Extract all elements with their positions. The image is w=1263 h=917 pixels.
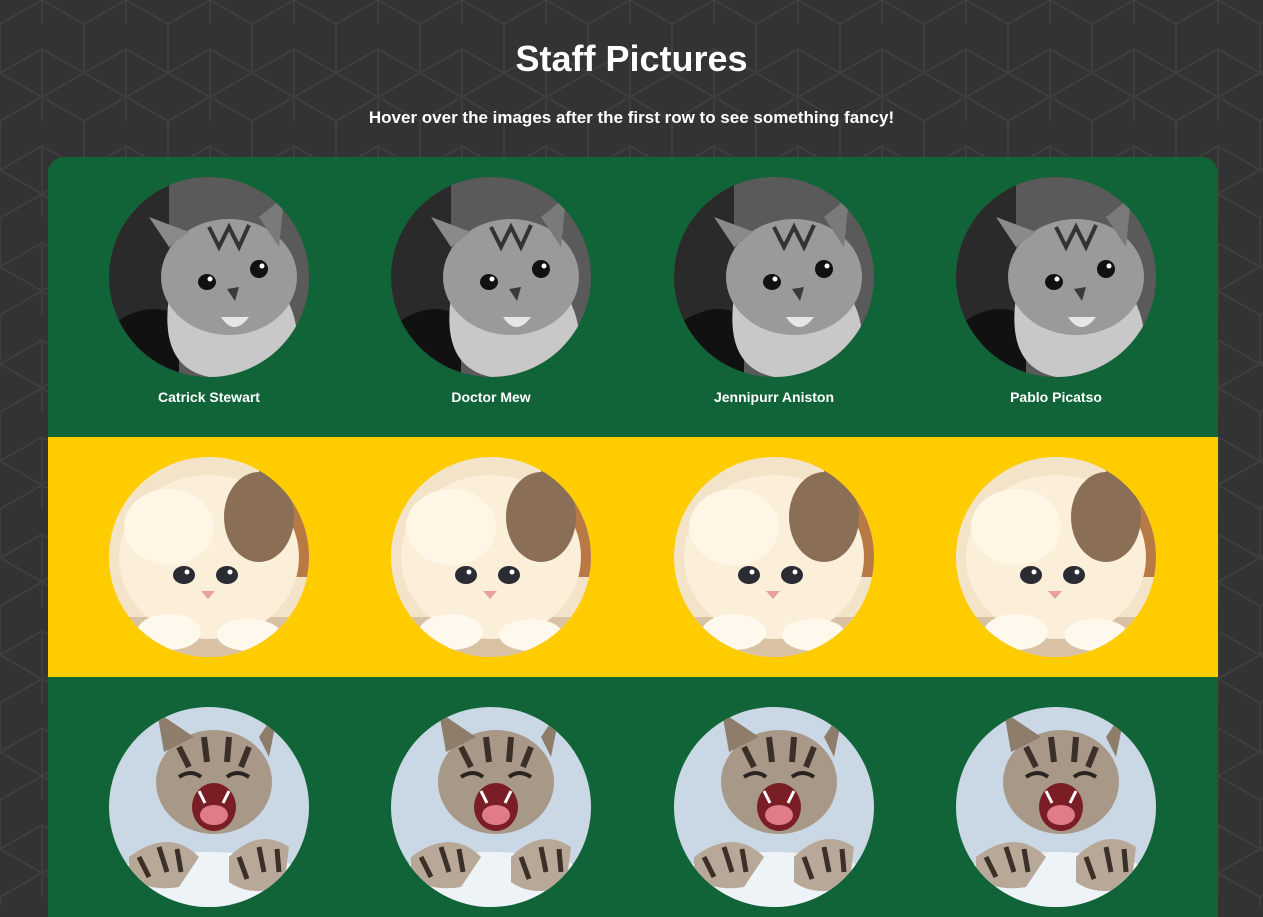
kitten-cream-image <box>109 457 309 657</box>
staff-card: Pablo Picatso <box>956 177 1156 405</box>
staff-photo-gray-kitten[interactable] <box>391 177 591 377</box>
kitten-yawning-image <box>391 707 591 907</box>
staff-name: Jennipurr Aniston <box>713 389 835 405</box>
staff-card <box>956 707 1156 907</box>
staff-card <box>109 457 309 657</box>
page-subtitle: Hover over the images after the first ro… <box>368 108 895 127</box>
gallery-row-1: Catrick Stewart Doctor Mew Jennipurr Ani… <box>48 157 1218 437</box>
staff-photo-cream-kitten[interactable] <box>956 457 1156 657</box>
kitten-cream-image <box>674 457 874 657</box>
staff-photo-cream-kitten[interactable] <box>674 457 874 657</box>
kitten-yawning-image <box>674 707 874 907</box>
staff-name: Catrick Stewart <box>158 389 260 405</box>
kitten-gray-image <box>391 177 591 377</box>
kitten-cream-image <box>956 457 1156 657</box>
staff-name: Doctor Mew <box>451 389 531 405</box>
staff-card <box>109 707 309 907</box>
staff-card <box>391 707 591 907</box>
staff-name: Pablo Picatso <box>1010 389 1102 405</box>
staff-photo-yawning-kitten[interactable] <box>956 707 1156 907</box>
staff-card <box>674 707 874 907</box>
kitten-yawning-image <box>956 707 1156 907</box>
kitten-gray-image <box>109 177 309 377</box>
staff-gallery: Catrick Stewart Doctor Mew Jennipurr Ani… <box>48 157 1218 917</box>
staff-photo-cream-kitten[interactable] <box>109 457 309 657</box>
staff-card: Doctor Mew <box>391 177 591 405</box>
staff-card: Catrick Stewart <box>109 177 309 405</box>
staff-photo-gray-kitten[interactable] <box>109 177 309 377</box>
staff-page: Staff Pictures Hover over the images aft… <box>0 0 1263 917</box>
staff-photo-yawning-kitten[interactable] <box>109 707 309 907</box>
kitten-gray-image <box>956 177 1156 377</box>
staff-photo-yawning-kitten[interactable] <box>391 707 591 907</box>
staff-photo-gray-kitten[interactable] <box>674 177 874 377</box>
page-title: Staff Pictures <box>515 38 748 79</box>
staff-photo-cream-kitten[interactable] <box>391 457 591 657</box>
staff-card: Jennipurr Aniston <box>674 177 874 405</box>
staff-card <box>674 457 874 657</box>
staff-photo-gray-kitten[interactable] <box>956 177 1156 377</box>
staff-photo-yawning-kitten[interactable] <box>674 707 874 907</box>
kitten-gray-image <box>674 177 874 377</box>
kitten-cream-image <box>391 457 591 657</box>
staff-card <box>391 457 591 657</box>
gallery-row-2 <box>48 437 1218 677</box>
kitten-yawning-image <box>109 707 309 907</box>
staff-card <box>956 457 1156 657</box>
gallery-row-3 <box>48 677 1218 917</box>
